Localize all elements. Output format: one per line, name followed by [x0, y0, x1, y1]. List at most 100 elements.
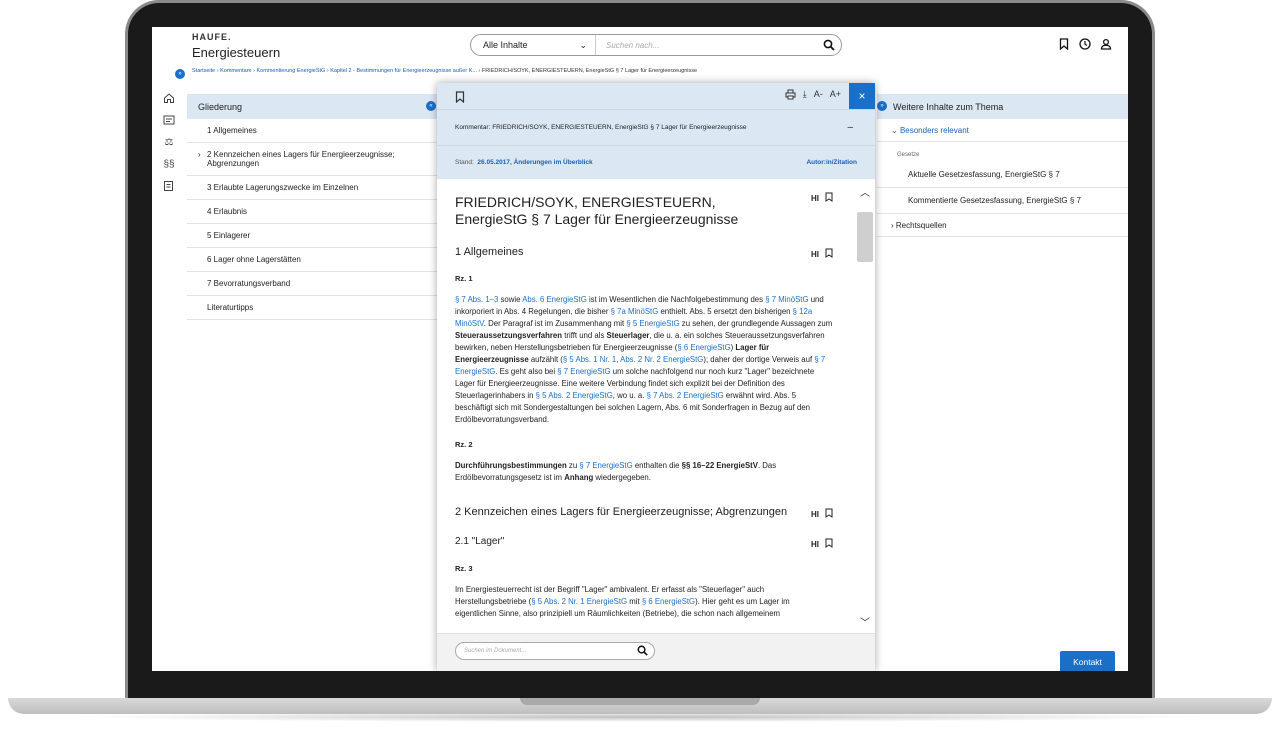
law-link[interactable]: § 7 EnergieStG [557, 367, 610, 376]
outline-item[interactable]: 1 Allgemeines [187, 119, 437, 143]
document-search[interactable]: Suchen im Dokument... [455, 642, 655, 660]
download-icon[interactable]: ⤓ [803, 89, 807, 102]
rechtsquellen-toggle[interactable]: › Rechtsquellen [877, 214, 1128, 237]
related-title: Weitere Inhalte zum Thema [877, 94, 1128, 119]
scroll-thumb[interactable] [857, 212, 873, 262]
chevron-right-icon[interactable]: › [198, 150, 201, 159]
law-link[interactable]: § 5 Abs. 2 Nr. 1 EnergieStG [531, 597, 627, 606]
breadcrumb-current: FRIEDRICH/SOYK, ENERGIESTEUERN, EnergieS… [481, 68, 698, 74]
app-screen: HAUFE. Energiesteuern Alle Inhalte ⌄ Suc… [152, 27, 1128, 671]
document-viewer: ⤓ A- A+ × Kommentar: FRIEDRICH/SOYK, ENE… [437, 83, 875, 671]
font-decrease-icon[interactable]: A- [814, 89, 823, 102]
outline-item-label: Literaturtipps [207, 303, 254, 312]
user-icon[interactable] [1099, 37, 1113, 51]
document-search-input[interactable]: Suchen im Dokument... [464, 648, 526, 654]
bookmark-icon[interactable] [825, 538, 833, 550]
kontakt-button[interactable]: Kontakt [1060, 651, 1115, 671]
outline-item[interactable]: 6 Lager ohne Lagerstätten [187, 248, 437, 272]
outline-item-label: 2 Kennzeichen eines Lagers für Energieer… [207, 150, 395, 168]
related-link[interactable]: Kommentierte Gesetzesfassung, EnergieStG… [877, 188, 1128, 214]
author-citation-link[interactable]: Autor:in/Zitation [806, 159, 857, 166]
outline-item-label: 1 Allgemeines [207, 126, 257, 135]
law-link[interactable]: Abs. 6 EnergieStG [522, 295, 587, 304]
related-group-label: Gesetze [897, 152, 920, 158]
document-scrollbar[interactable]: ︿ ﹀ [855, 180, 875, 633]
collapse-outline-button[interactable]: « [426, 101, 436, 111]
paragraph-icon[interactable]: §§ [152, 153, 186, 175]
breadcrumb-item[interactable]: Kapitel 2 - Bestimmungen für Energieerze… [330, 68, 477, 74]
bookmark-icon[interactable] [825, 248, 833, 260]
related-section-label: Besonders relevant [899, 126, 969, 135]
print-icon[interactable] [785, 89, 796, 102]
outline-item-label: 6 Lager ohne Lagerstätten [207, 255, 301, 264]
outline-item[interactable]: Literaturtipps [187, 296, 437, 320]
product-title[interactable]: Energiesteuern [192, 45, 280, 60]
outline-item-label: 4 Erlaubnis [207, 207, 248, 216]
outline-item[interactable]: 3 Erlaubte Lagerungszwecke im Einzelnen [187, 176, 437, 200]
search-input[interactable]: Suchen nach... [596, 41, 817, 50]
paragraph-rz2: Durchführungsbestimmungen zu § 7 Energie… [455, 461, 777, 482]
breadcrumb: Startseite › Kommentare › Kommentierung … [192, 68, 698, 74]
outline-item[interactable]: 7 Bevorratungsverband [187, 272, 437, 296]
law-link[interactable]: § 7 EnergieStG [579, 461, 632, 470]
law-link[interactable]: § 7 Abs. 2 EnergieStG [647, 391, 724, 400]
outline-panel: Gliederung 1 Allgemeines › 2 Kennzeichen … [187, 94, 437, 671]
law-link[interactable]: § 5 Abs. 1 Nr. 1 [563, 355, 616, 364]
highlight-icon[interactable]: HI [811, 250, 819, 259]
laptop-notch [520, 698, 760, 705]
highlight-icon[interactable]: HI [811, 194, 819, 203]
breadcrumb-item[interactable]: Kommentierung EnergieStG [257, 68, 326, 74]
outline-item-label: 3 Erlaubte Lagerungszwecke im Einzelnen [207, 183, 359, 192]
bookmark-icon[interactable] [455, 90, 465, 108]
law-link[interactable]: § 7 MinöStG [765, 295, 808, 304]
expand-related-button[interactable]: » [877, 101, 887, 111]
outline-item[interactable]: › 2 Kennzeichen eines Lagers für Energiee… [187, 143, 437, 176]
outline-item-label: 7 Bevorratungsverband [207, 279, 291, 288]
stand-value-link[interactable]: 26.05.2017, Änderungen im Überblick [477, 159, 592, 166]
document-title-bar: Kommentar: FRIEDRICH/SOYK, ENERGIESTEUER… [437, 109, 875, 145]
related-section-toggle[interactable]: ⌄ Besonders relevant [877, 119, 1128, 142]
close-icon[interactable]: × [849, 83, 875, 109]
search-scope-select[interactable]: Alle Inhalte ⌄ [471, 35, 596, 55]
paragraph-rz3: Im Energiesteuerrecht ist der Begriff "L… [455, 585, 790, 618]
law-link[interactable]: § 5 EnergieStG [626, 319, 679, 328]
bookmark-icon[interactable] [825, 192, 833, 204]
search-icon[interactable] [817, 39, 841, 51]
law-link[interactable]: § 7 Abs. 1–3 [455, 295, 498, 304]
collapse-icon[interactable]: – [847, 122, 853, 133]
documents-icon[interactable] [152, 109, 186, 131]
document-title: FRIEDRICH/SOYK, ENERGIESTEUERN, EnergieS… [455, 194, 739, 227]
font-increase-icon[interactable]: A+ [830, 89, 841, 102]
outline-item[interactable]: 4 Erlaubnis [187, 200, 437, 224]
document-meta: Stand: 26.05.2017, Änderungen im Überbli… [437, 145, 875, 179]
highlight-icon[interactable]: HI [811, 510, 819, 519]
highlight-icon[interactable]: HI [811, 540, 819, 549]
related-link[interactable]: Aktuelle Gesetzesfassung, EnergieStG § 7 [877, 162, 1128, 188]
tools-icon[interactable] [152, 175, 186, 197]
document-toolbar: ⤓ A- A+ × [437, 83, 875, 109]
law-link[interactable]: § 5 Abs. 2 EnergieStG [536, 391, 613, 400]
related-panel: Weitere Inhalte zum Thema ⌄ Besonders re… [877, 94, 1128, 671]
breadcrumb-item[interactable]: Startseite [192, 68, 215, 74]
chevron-down-icon[interactable]: ﹀ [860, 614, 870, 629]
outline-item[interactable]: 5 Einlagerer [187, 224, 437, 248]
bookmark-icon[interactable] [1057, 37, 1071, 51]
law-link[interactable]: § 6 EnergieStG [677, 343, 730, 352]
history-icon[interactable] [1078, 37, 1092, 51]
home-icon[interactable] [152, 87, 186, 109]
law-link[interactable]: Abs. 2 Nr. 2 EnergieStG [620, 355, 703, 364]
search-scope-label: Alle Inhalte [483, 40, 528, 50]
haufe-logo[interactable]: HAUFE. [192, 32, 232, 42]
scales-icon[interactable]: ⚖ [152, 131, 186, 153]
law-link[interactable]: § 6 EnergieStG [642, 597, 695, 606]
law-link[interactable]: § 7a MinöStG [611, 307, 659, 316]
breadcrumb-item[interactable]: Kommentare [220, 68, 252, 74]
chevron-up-icon[interactable]: ︿ [860, 184, 870, 199]
bookmark-icon[interactable] [825, 508, 833, 520]
rechtsquellen-label: Rechtsquellen [895, 221, 947, 230]
rz-label: Rz. 1 [455, 274, 473, 283]
header-icons [1057, 37, 1113, 51]
search-icon[interactable] [637, 645, 648, 658]
section-heading: 1 Allgemeines [455, 246, 524, 258]
expand-rail-button[interactable]: » [175, 69, 185, 79]
